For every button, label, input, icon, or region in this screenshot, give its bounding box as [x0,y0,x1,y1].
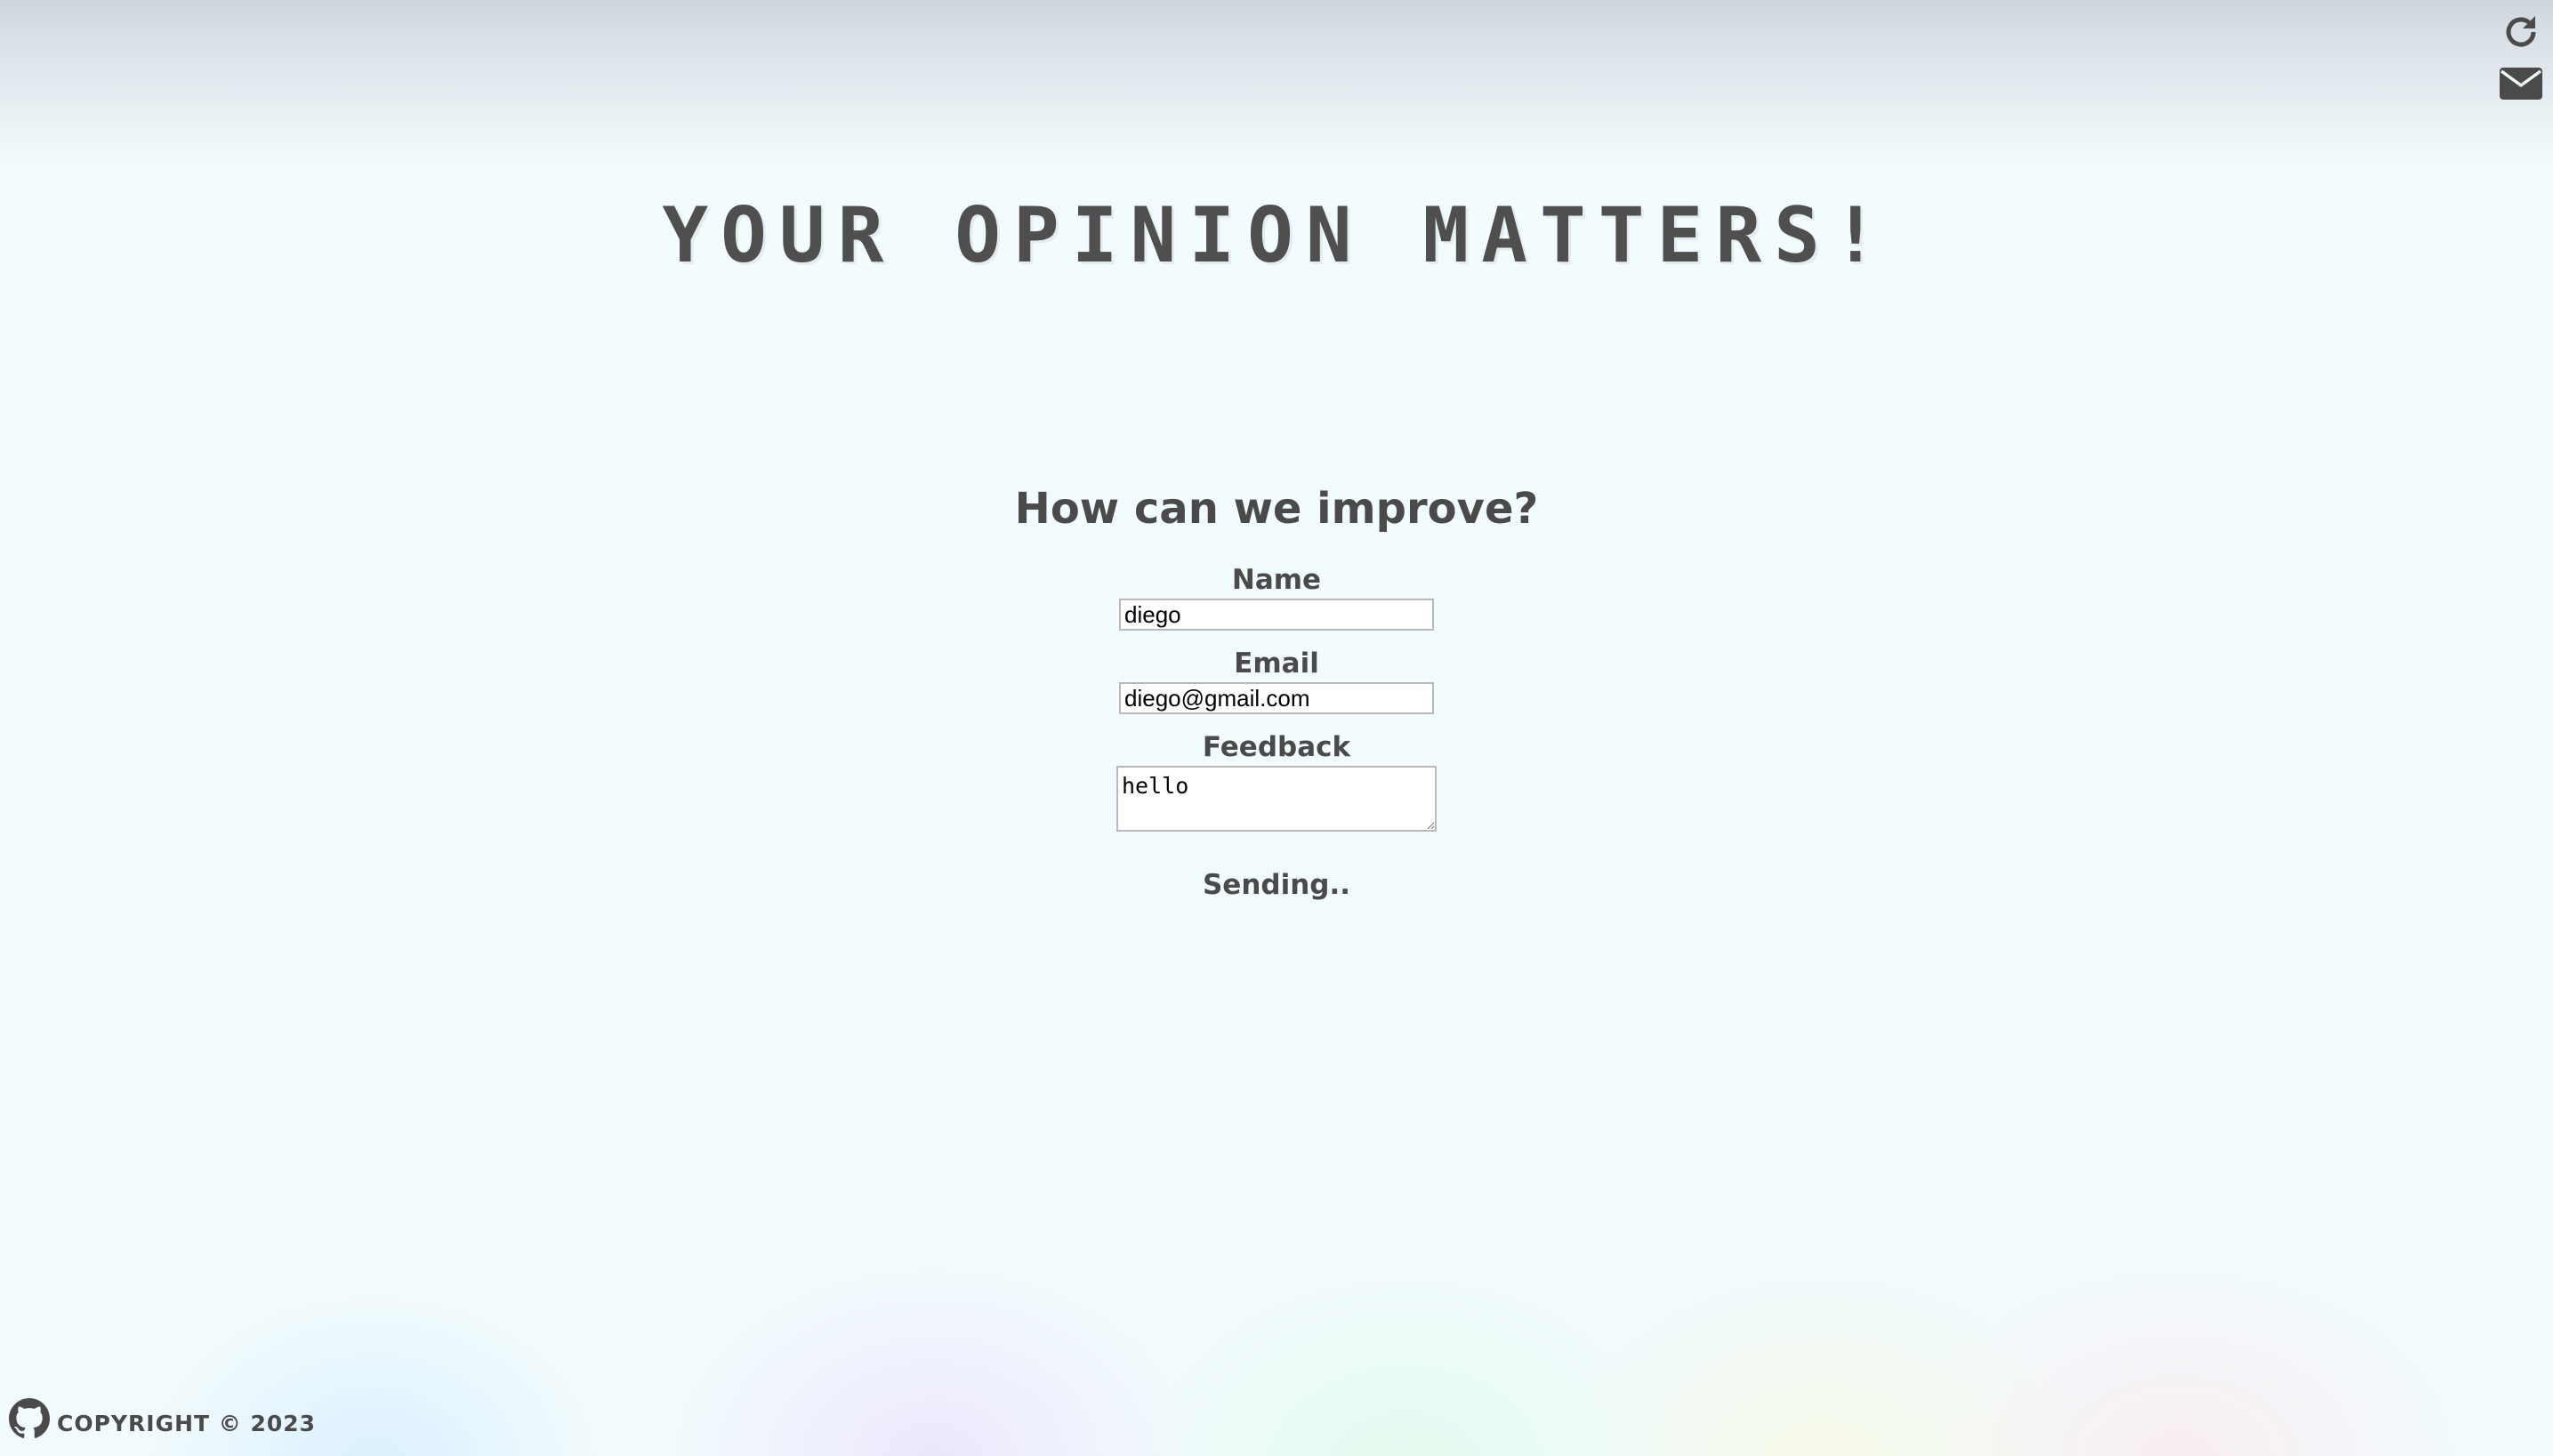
name-input[interactable] [1119,599,1434,631]
github-icon[interactable] [7,1396,52,1441]
copyright-text: COPYRIGHT © 2023 [57,1410,317,1436]
page-title: YOUR OPINION MATTERS! [662,191,1891,280]
mail-icon[interactable] [2498,62,2544,105]
form-heading: How can we improve? [1014,484,1539,534]
corner-icons [2498,11,2544,105]
feedback-label: Feedback [1202,731,1351,763]
bottom-glow [0,1263,2553,1456]
footer: COPYRIGHT © 2023 [7,1396,316,1441]
email-label: Email [1234,648,1319,680]
feedback-textarea[interactable]: hello [1116,766,1437,832]
top-gradient [0,0,2553,169]
email-input[interactable] [1119,682,1434,714]
refresh-icon[interactable] [2498,11,2544,53]
name-label: Name [1231,564,1322,596]
feedback-form: How can we improve? Name Email Feedback … [0,476,2553,905]
sending-status: Sending.. [1202,869,1351,901]
